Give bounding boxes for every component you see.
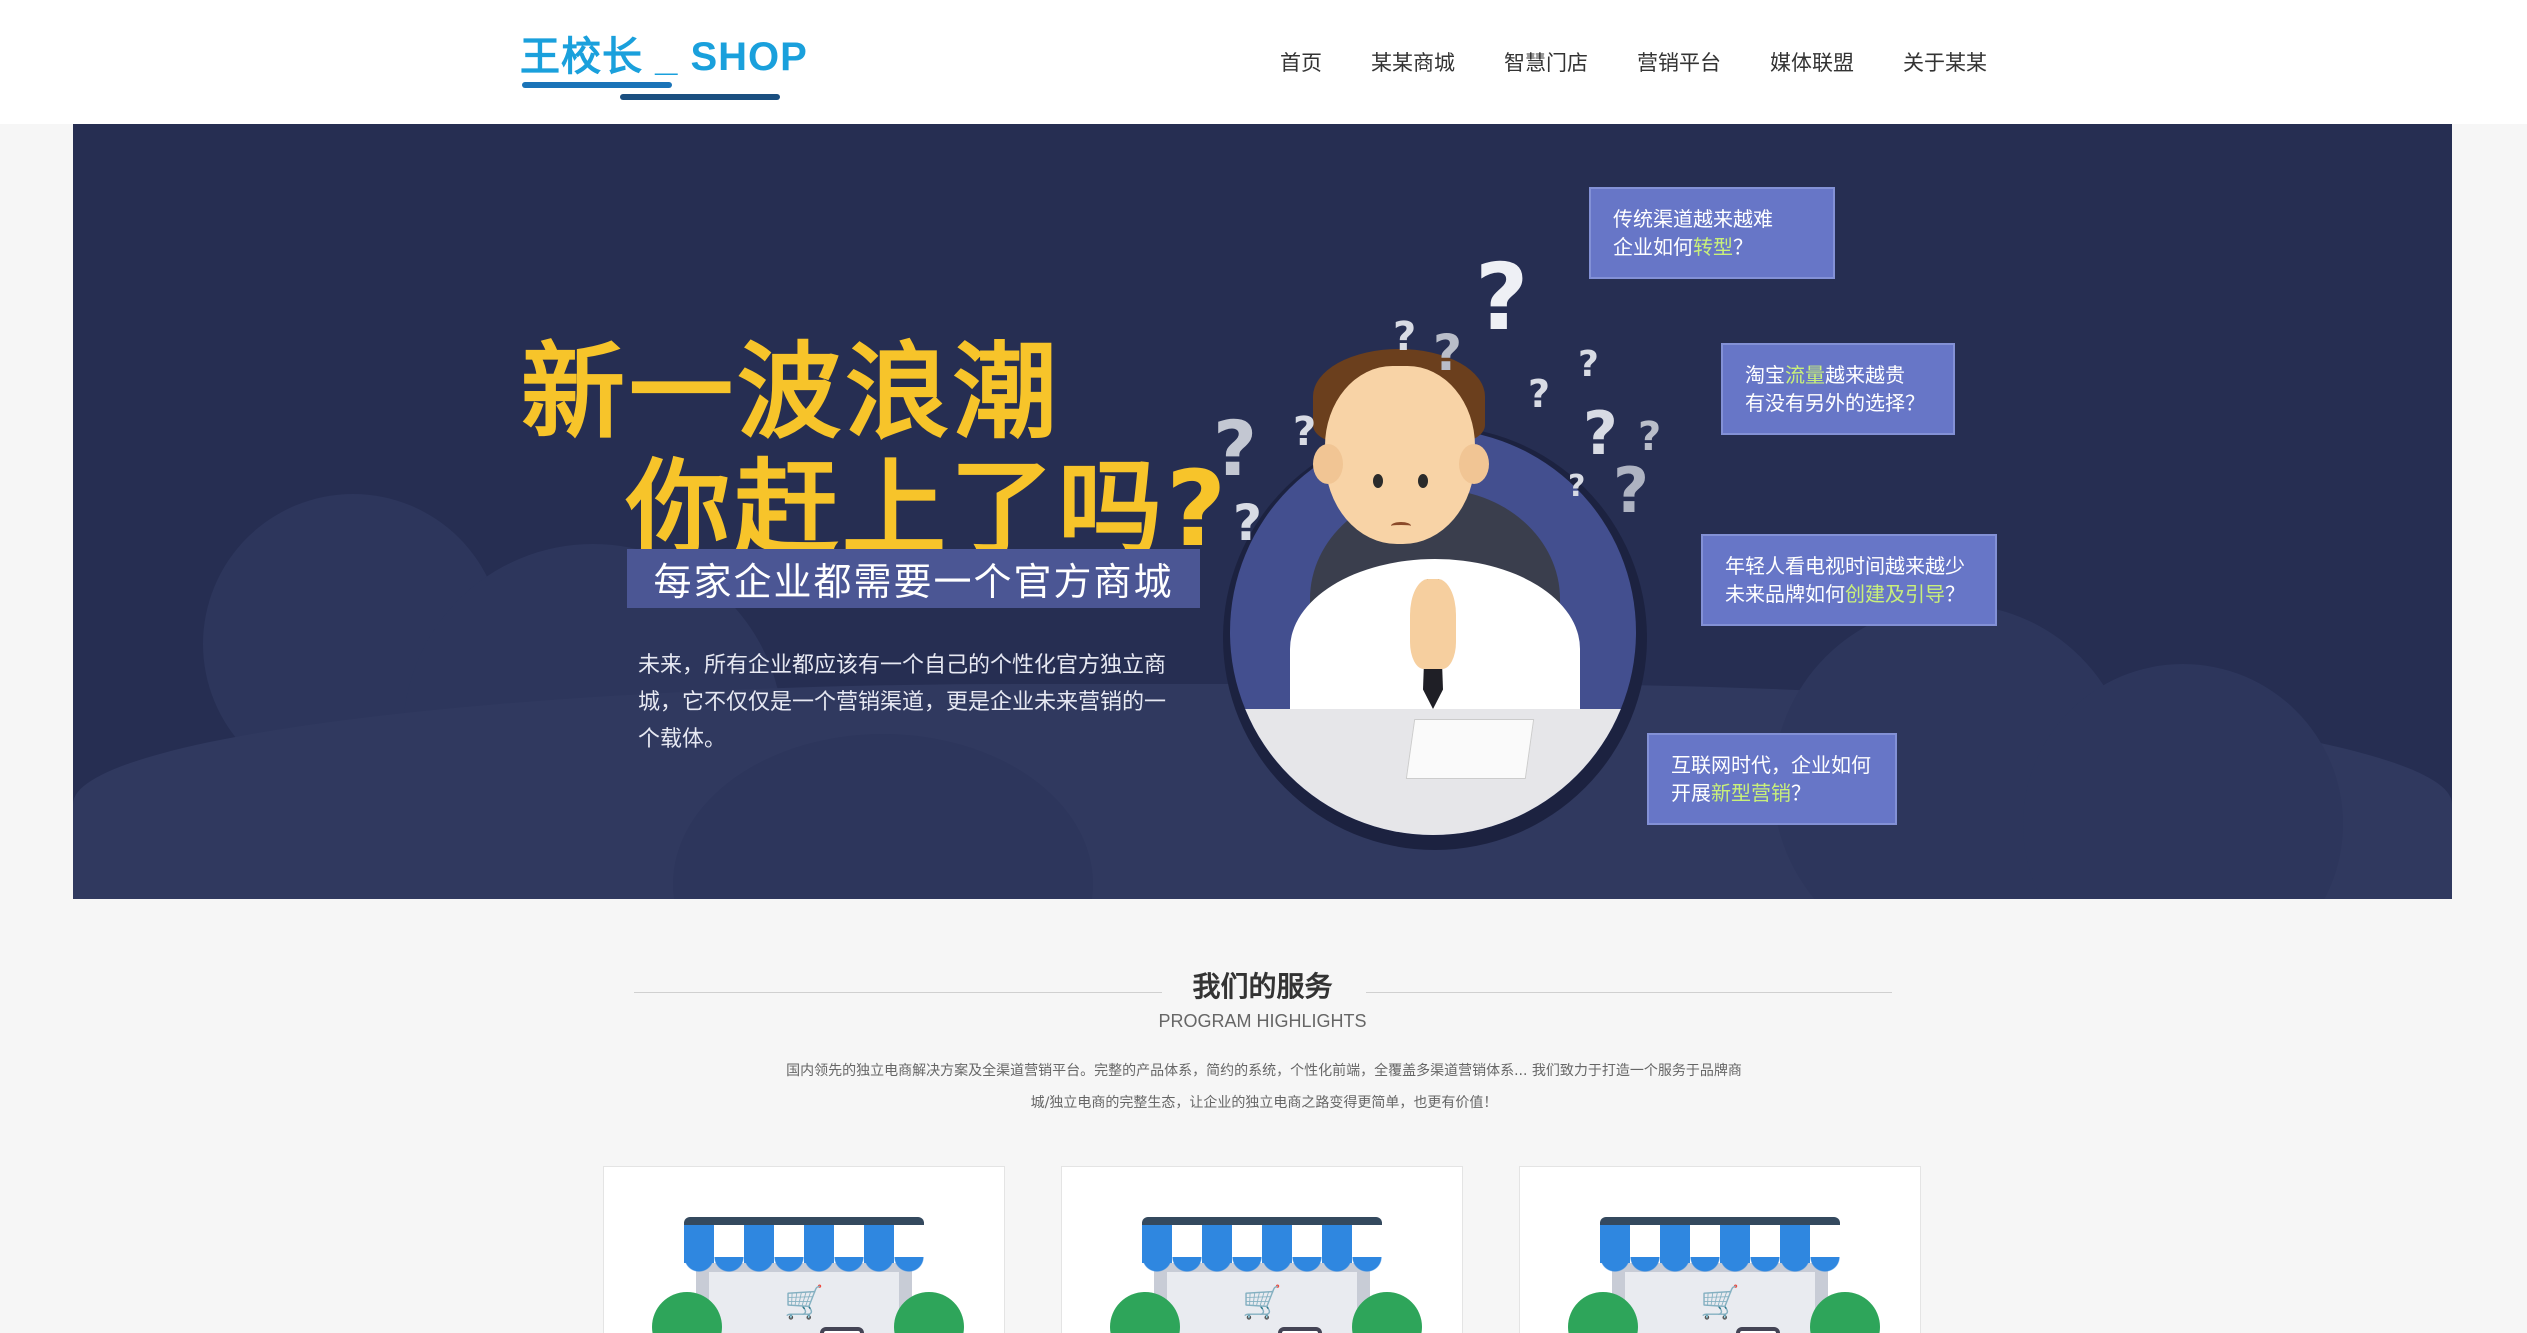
bubble-text: 互联网时代，企业如何 xyxy=(1671,753,1871,777)
cart-icon: 🛒 xyxy=(1242,1283,1282,1321)
services-description: 国内领先的独立电商解决方案及全渠道营销平台。完整的产品体系，简约的系统，个性化前… xyxy=(740,1055,1788,1119)
question-bubble: 互联网时代，企业如何 开展新型营销？ xyxy=(1647,733,1897,825)
nav-item-home[interactable]: 首页 xyxy=(1280,47,1322,77)
bubble-text: 年轻人看电视时间越来越少 xyxy=(1725,554,1965,578)
logo-underline xyxy=(620,94,780,100)
question-mark-icon: ? xyxy=(1293,409,1317,455)
cart-icon: 🛒 xyxy=(1700,1283,1740,1321)
confused-businessman-illustration: ? ? ? ? ? ? ? ? ? ? ? ? xyxy=(1213,204,1713,899)
services-title: 我们的服务 xyxy=(1192,970,1333,1003)
hero-banner[interactable]: 新一波浪潮 你赶上了吗? 每家企业都需要一个官方商城 未来，所有企业都应该有一个… xyxy=(73,124,2452,899)
ear-shape xyxy=(1313,444,1343,484)
nav-item-marketing[interactable]: 营销平台 xyxy=(1637,47,1721,77)
site-header: 王校长 _ SHOP 首页 某某商城 智慧门店 营销平台 媒体联盟 关于某某 xyxy=(0,0,2527,124)
service-card[interactable]: 🛒 xyxy=(603,1166,1005,1333)
question-mark-icon: ? xyxy=(1578,344,1599,385)
main-nav: 首页 某某商城 智慧门店 营销平台 媒体联盟 关于某某 xyxy=(1280,40,1987,84)
bubble-text: 淘宝流量越来越贵 xyxy=(1745,363,1905,387)
divider-line xyxy=(634,992,1162,993)
service-card[interactable]: 🛒 xyxy=(1519,1166,1921,1333)
question-mark-icon: ? xyxy=(1213,404,1258,493)
hero-subtitle: 每家企业都需要一个官方商城 xyxy=(653,560,1174,604)
cart-icon: 🛒 xyxy=(784,1283,824,1321)
eye-shape xyxy=(1418,474,1428,488)
paper-shape xyxy=(1405,719,1535,779)
nav-item-media-alliance[interactable]: 媒体联盟 xyxy=(1770,47,1854,77)
question-mark-icon: ? xyxy=(1233,494,1263,552)
mouth-shape xyxy=(1391,522,1411,530)
question-bubble: 年轻人看电视时间越来越少 未来品牌如何创建及引导？ xyxy=(1701,534,1997,626)
divider-line xyxy=(1366,992,1892,993)
nav-item-smart-store[interactable]: 智慧门店 xyxy=(1504,47,1588,77)
services-description-line: 国内领先的独立电商解决方案及全渠道营销平台。完整的产品体系，简约的系统，个性化前… xyxy=(786,1063,1742,1079)
face-shape xyxy=(1325,366,1475,544)
question-mark-icon: ? xyxy=(1613,454,1649,527)
bubble-text: 开展新型营销？ xyxy=(1671,781,1811,805)
services-subtitle: PROGRAM HIGHLIGHTS xyxy=(1158,1011,1367,1031)
store-cart-icon: 🛒 xyxy=(1560,1217,1880,1333)
question-bubble: 传统渠道越来越难 企业如何转型？ xyxy=(1589,187,1835,279)
bubble-text: 未来品牌如何创建及引导？ xyxy=(1725,582,1965,606)
bubble-text: 传统渠道越来越难 xyxy=(1613,207,1773,231)
question-mark-icon: ? xyxy=(1568,469,1586,504)
question-mark-icon: ? xyxy=(1475,244,1529,351)
site-logo[interactable]: 王校长 _ SHOP xyxy=(520,24,807,104)
nav-item-about[interactable]: 关于某某 xyxy=(1903,47,1987,77)
question-bubble: 淘宝流量越来越贵 有没有另外的选择？ xyxy=(1721,343,1955,435)
bubble-text: 企业如何转型？ xyxy=(1613,235,1753,259)
hands-shape xyxy=(1410,579,1456,669)
question-mark-icon: ? xyxy=(1528,372,1551,416)
hero-description: 未来，所有企业都应该有一个自己的个性化官方独立商城，它不仅仅是一个营销渠道，更是… xyxy=(638,653,1167,752)
nav-item-mall[interactable]: 某某商城 xyxy=(1371,47,1455,77)
services-description-line: 城/独立电商的完整生态，让企业的独立电商之路变得更简单，也更有价值！ xyxy=(1030,1095,1498,1111)
hero-subtitle-box: 每家企业都需要一个官方商城 xyxy=(627,549,1200,608)
store-cart-icon: 🛒 xyxy=(1102,1217,1422,1333)
ear-shape xyxy=(1459,444,1489,484)
service-card[interactable]: 🛒 xyxy=(1061,1166,1463,1333)
logo-text: 王校长 _ SHOP xyxy=(520,35,808,79)
question-mark-icon: ? xyxy=(1433,324,1463,382)
logo-underline xyxy=(522,82,672,88)
bubble-text: 有没有另外的选择？ xyxy=(1745,391,1925,415)
question-mark-icon: ? xyxy=(1393,314,1417,360)
eye-shape xyxy=(1373,474,1383,488)
store-cart-icon: 🛒 xyxy=(644,1217,964,1333)
